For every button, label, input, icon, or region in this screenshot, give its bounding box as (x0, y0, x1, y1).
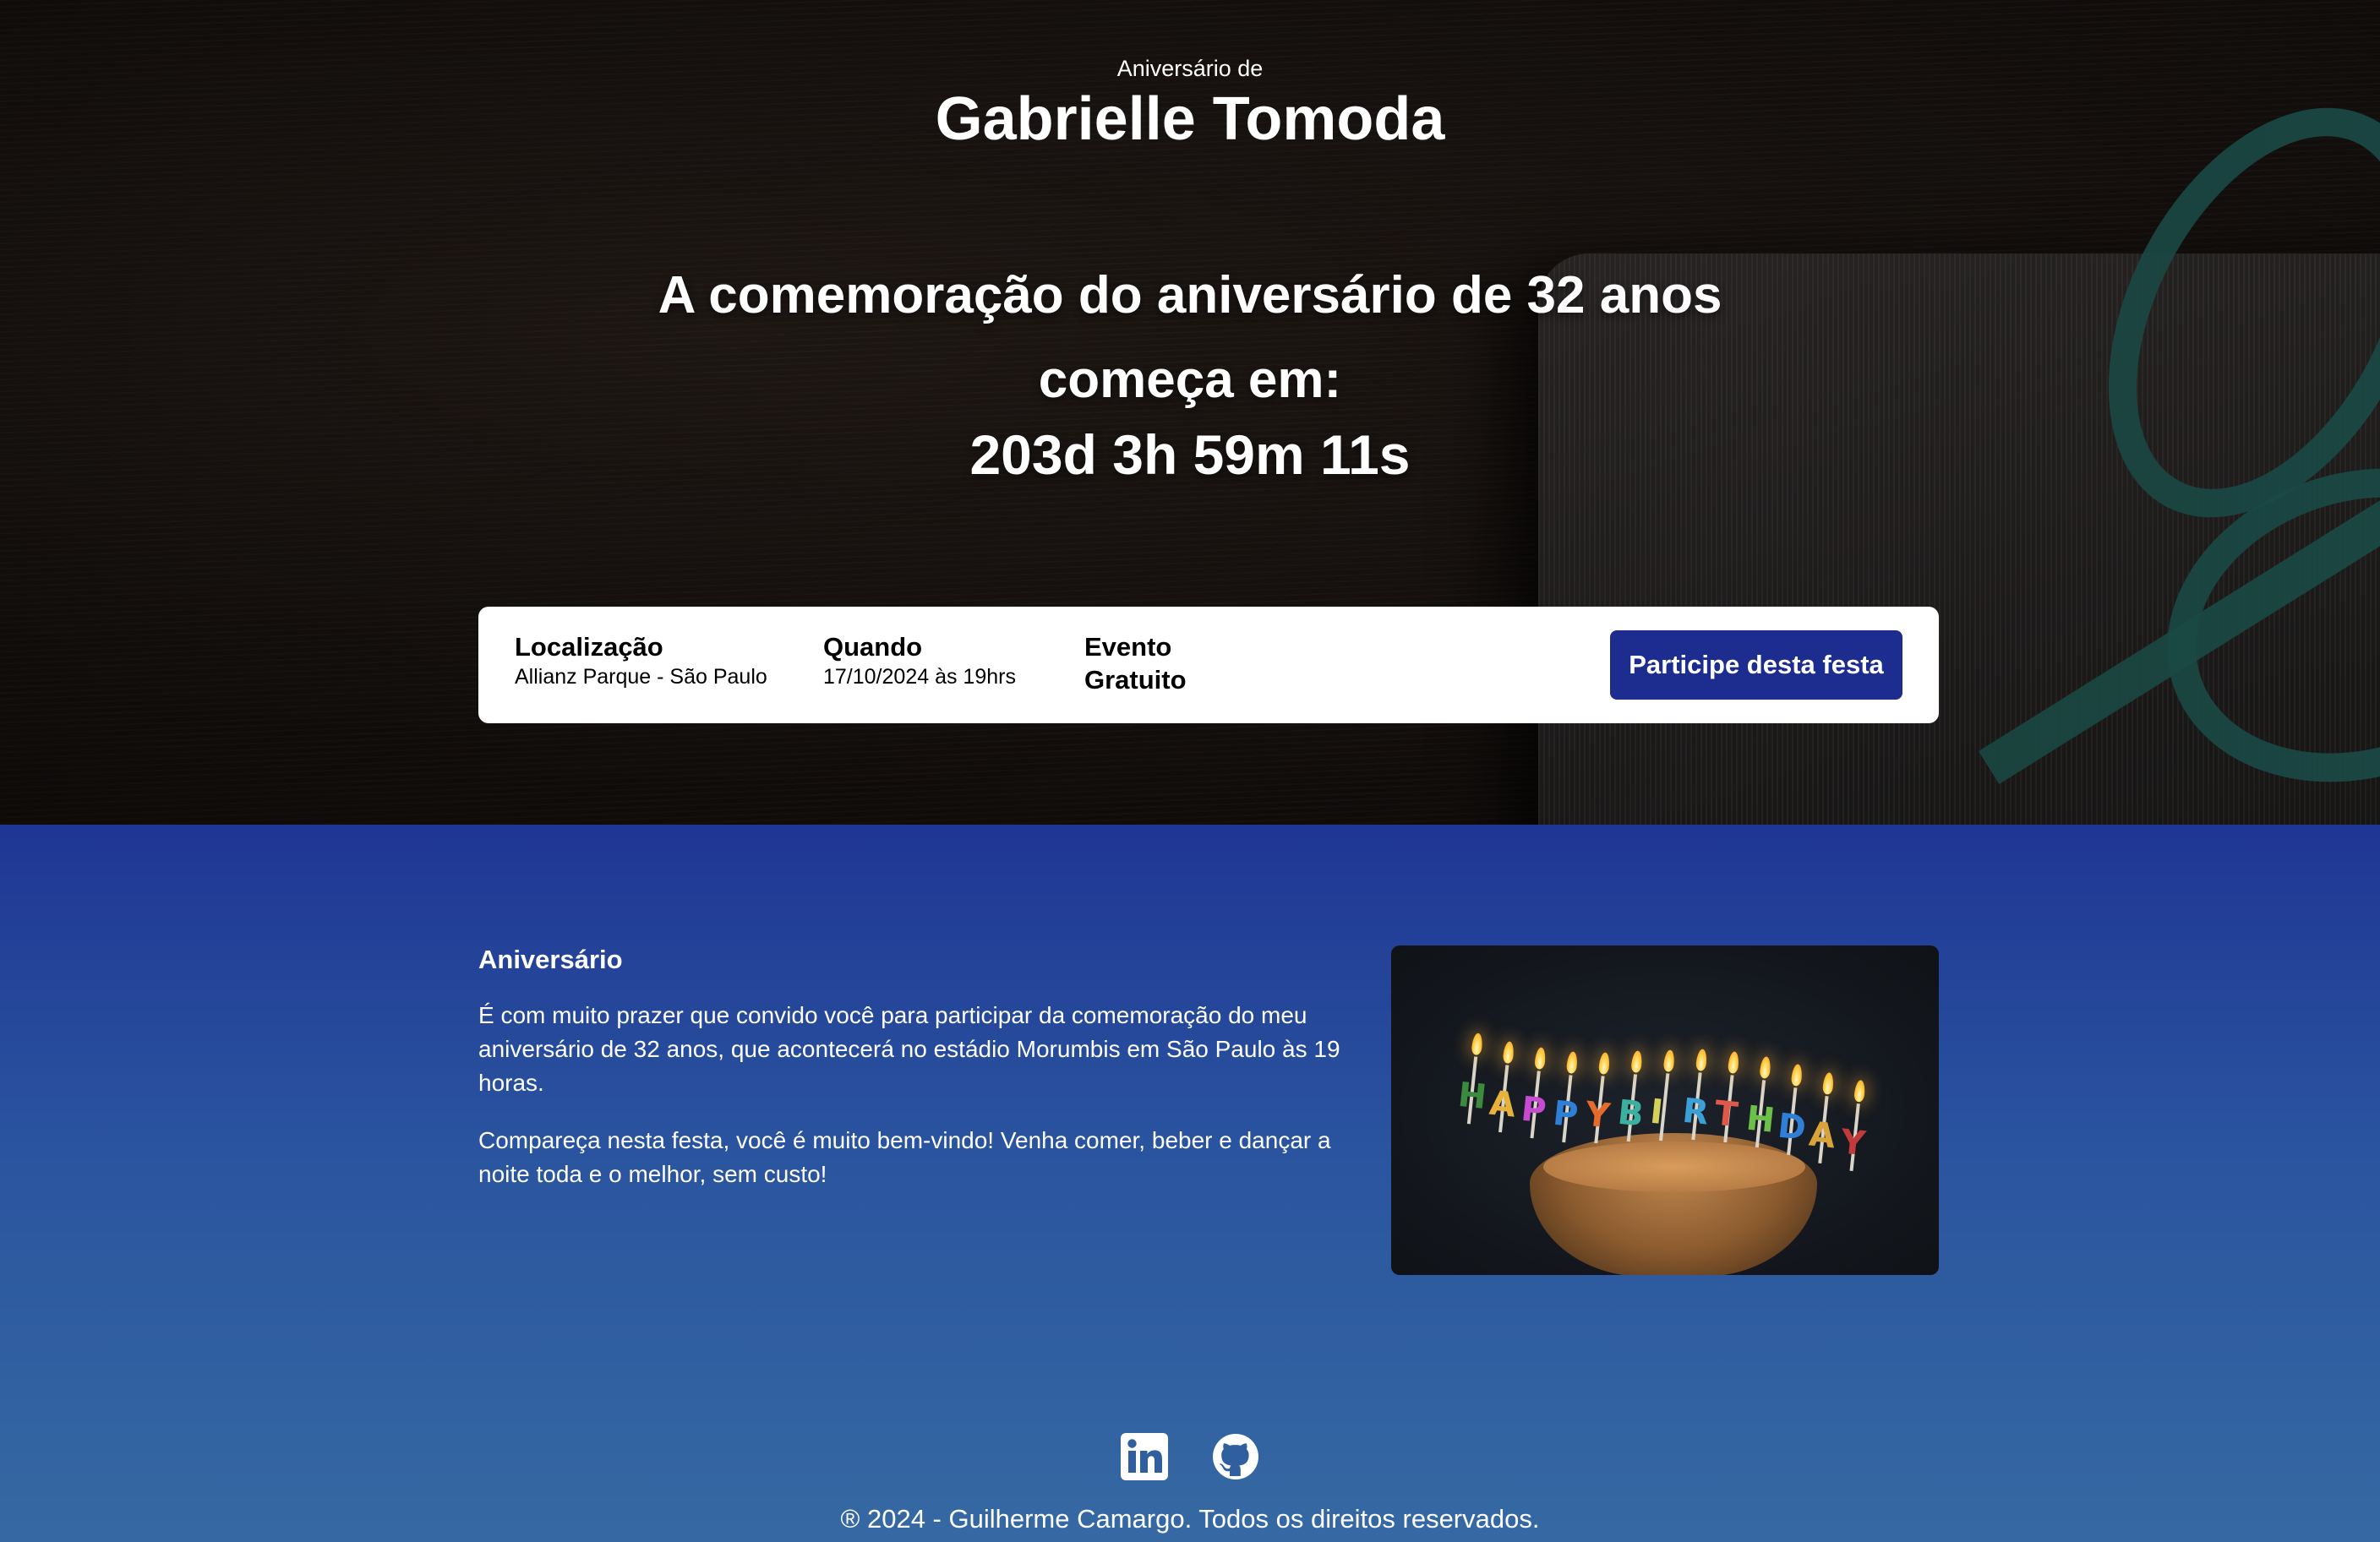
event-label: Evento (1084, 632, 1172, 662)
candle-flame (1853, 1079, 1866, 1103)
hero-name: Gabrielle Tomoda (935, 85, 1445, 153)
github-icon[interactable] (1212, 1433, 1259, 1480)
candle-letter: H (1455, 1075, 1489, 1118)
candle-letter: H (1744, 1098, 1777, 1142)
candle-letter: B (1615, 1093, 1646, 1135)
location-value: Allianz Parque - São Paulo (515, 665, 767, 689)
candle-letter: Y (1838, 1122, 1868, 1164)
location-info: Localização Allianz Parque - São Paulo (515, 630, 767, 689)
hero-subtitle: Aniversário de (1116, 56, 1264, 81)
date-value: 17/10/2024 às 19hrs (823, 665, 1016, 689)
event-info-card: Localização Allianz Parque - São Paulo Q… (478, 607, 1939, 723)
candle-flame (1727, 1050, 1740, 1075)
about-text: Aniversário É com muito prazer que convi… (478, 945, 1340, 1215)
about-paragraph: Compareça nesta festa, você é muito bem-… (478, 1127, 1331, 1187)
candle-letter: A (1807, 1114, 1837, 1157)
location-label: Localização (515, 632, 663, 662)
candle-flame (1471, 1033, 1484, 1056)
candle-letter: R (1680, 1091, 1711, 1133)
copyright-text: ® 2024 - Guilherme Camargo. Todos os dir… (840, 1504, 1540, 1534)
event-value: Gratuito (1084, 665, 1187, 695)
date-info: Quando 17/10/2024 às 19hrs (823, 630, 1016, 689)
candle-flame (1695, 1049, 1708, 1072)
hero-section: Aniversário de Gabrielle Tomoda A comemo… (0, 0, 2380, 825)
candle-letter: A (1488, 1083, 1518, 1125)
join-party-button[interactable]: Participe desta festa (1610, 630, 1902, 700)
candle-flame (1534, 1047, 1547, 1071)
candle-letter: Y (1583, 1094, 1613, 1136)
about-title: Aniversário (478, 945, 623, 974)
candle-letter: T (1712, 1093, 1740, 1136)
event-type-info: Evento Gratuito (1084, 630, 1187, 696)
date-label: Quando (823, 632, 923, 662)
countdown-timer: 203d 3h 59m 11s (969, 423, 1411, 486)
candle-flame (1597, 1051, 1611, 1075)
candle-flame (1502, 1040, 1515, 1064)
countdown-title: A comemoração do aniversário de 32 anos … (658, 266, 1722, 409)
linkedin-icon[interactable] (1120, 1433, 1168, 1480)
candle-letter: P (1519, 1089, 1548, 1131)
candle-flame (1630, 1050, 1643, 1074)
candle-flame (1565, 1050, 1579, 1074)
candle-flame (1662, 1049, 1676, 1072)
about-paragraph: É com muito prazer que convido você para… (478, 1002, 1340, 1096)
candle-flame (1759, 1056, 1772, 1080)
candle-letter: P (1551, 1093, 1580, 1136)
candle-letter: D (1776, 1106, 1809, 1148)
social-links (0, 1433, 2380, 1480)
candle-flame (1821, 1071, 1835, 1096)
birthday-candles: HAPPYBIRTHDAY (1443, 1014, 1897, 1219)
candle-flame (1790, 1064, 1804, 1087)
birthday-cake-image: HAPPYBIRTHDAY (1391, 945, 1939, 1275)
